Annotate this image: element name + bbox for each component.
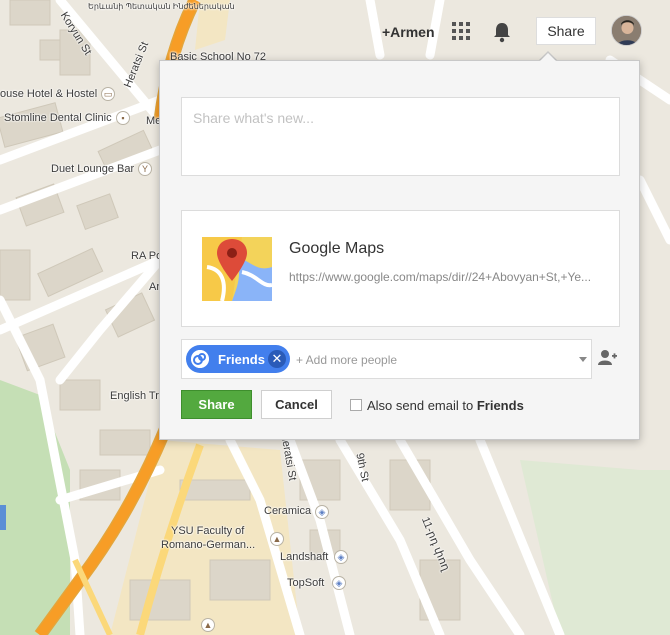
map-label-ysu-faculty: YSU Faculty of	[171, 525, 245, 537]
link-url[interactable]: https://www.google.com/maps/dir//24+Abov…	[289, 270, 604, 284]
map-label-ceramica: Ceramica	[264, 505, 312, 517]
remove-chip-icon[interactable]: ✕	[268, 350, 286, 368]
clinic-icon[interactable]: ▪	[116, 111, 130, 125]
email-checkbox[interactable]	[350, 399, 362, 411]
university-icon[interactable]: ▲	[270, 532, 284, 546]
bar-icon[interactable]: Y	[138, 162, 152, 176]
map-label-ra-po: RA Po	[131, 250, 163, 262]
university-icon[interactable]: ▲	[201, 618, 215, 632]
map-label-romano-germanic: Romano-German...	[161, 539, 256, 551]
map-label-street-sign: Երևանի Պետական Ինժեներական	[88, 2, 235, 11]
share-button[interactable]: Share	[181, 390, 252, 419]
map-label-duet-lounge: Duet Lounge Bar	[51, 163, 135, 175]
recipient-chip-label: Friends	[218, 352, 265, 367]
google-maps-logo-icon	[202, 237, 272, 301]
circles-icon	[191, 350, 209, 368]
link-preview-card[interactable]: Google Maps https://www.google.com/maps/…	[181, 210, 620, 327]
add-person-icon[interactable]	[597, 348, 617, 368]
post-text-area[interactable]: Share what's new...	[181, 97, 620, 176]
cancel-button[interactable]: Cancel	[261, 390, 332, 419]
shop-icon[interactable]: ◈	[332, 576, 346, 590]
add-people-input[interactable]: + Add more people	[296, 353, 397, 367]
share-dialog: Share what's new... Google Maps https://…	[159, 60, 640, 440]
map-label-english-tr: English Tr	[110, 390, 159, 402]
email-option-prefix: Also send email to	[367, 398, 477, 413]
map-label-landshaft: Landshaft	[280, 551, 329, 563]
shop-icon[interactable]: ◈	[334, 550, 348, 564]
recipient-chip-friends[interactable]: Friends ✕	[186, 345, 290, 373]
dialog-caret-inner	[539, 53, 557, 62]
shop-icon[interactable]: ◈	[315, 505, 329, 519]
apps-grid-icon[interactable]	[452, 22, 470, 40]
map-label-stomline: Stomline Dental Clinic	[4, 112, 112, 124]
account-name-link[interactable]: +Armen	[382, 24, 435, 40]
map-label-house-hotel: ouse Hotel & Hostel	[0, 88, 98, 100]
email-option-circle: Friends	[476, 398, 524, 413]
hotel-icon[interactable]: ▭	[101, 87, 115, 101]
link-title[interactable]: Google Maps	[289, 240, 384, 258]
chevron-down-icon[interactable]	[579, 357, 587, 362]
map-label-topsoft: TopSoft	[287, 577, 325, 589]
recipients-field[interactable]: Friends ✕ + Add more people	[181, 339, 592, 379]
share-button-top[interactable]: Share	[536, 17, 596, 45]
bell-icon[interactable]	[492, 21, 512, 43]
avatar[interactable]	[611, 15, 642, 46]
email-option-label[interactable]: Also send email to Friends	[367, 398, 524, 413]
